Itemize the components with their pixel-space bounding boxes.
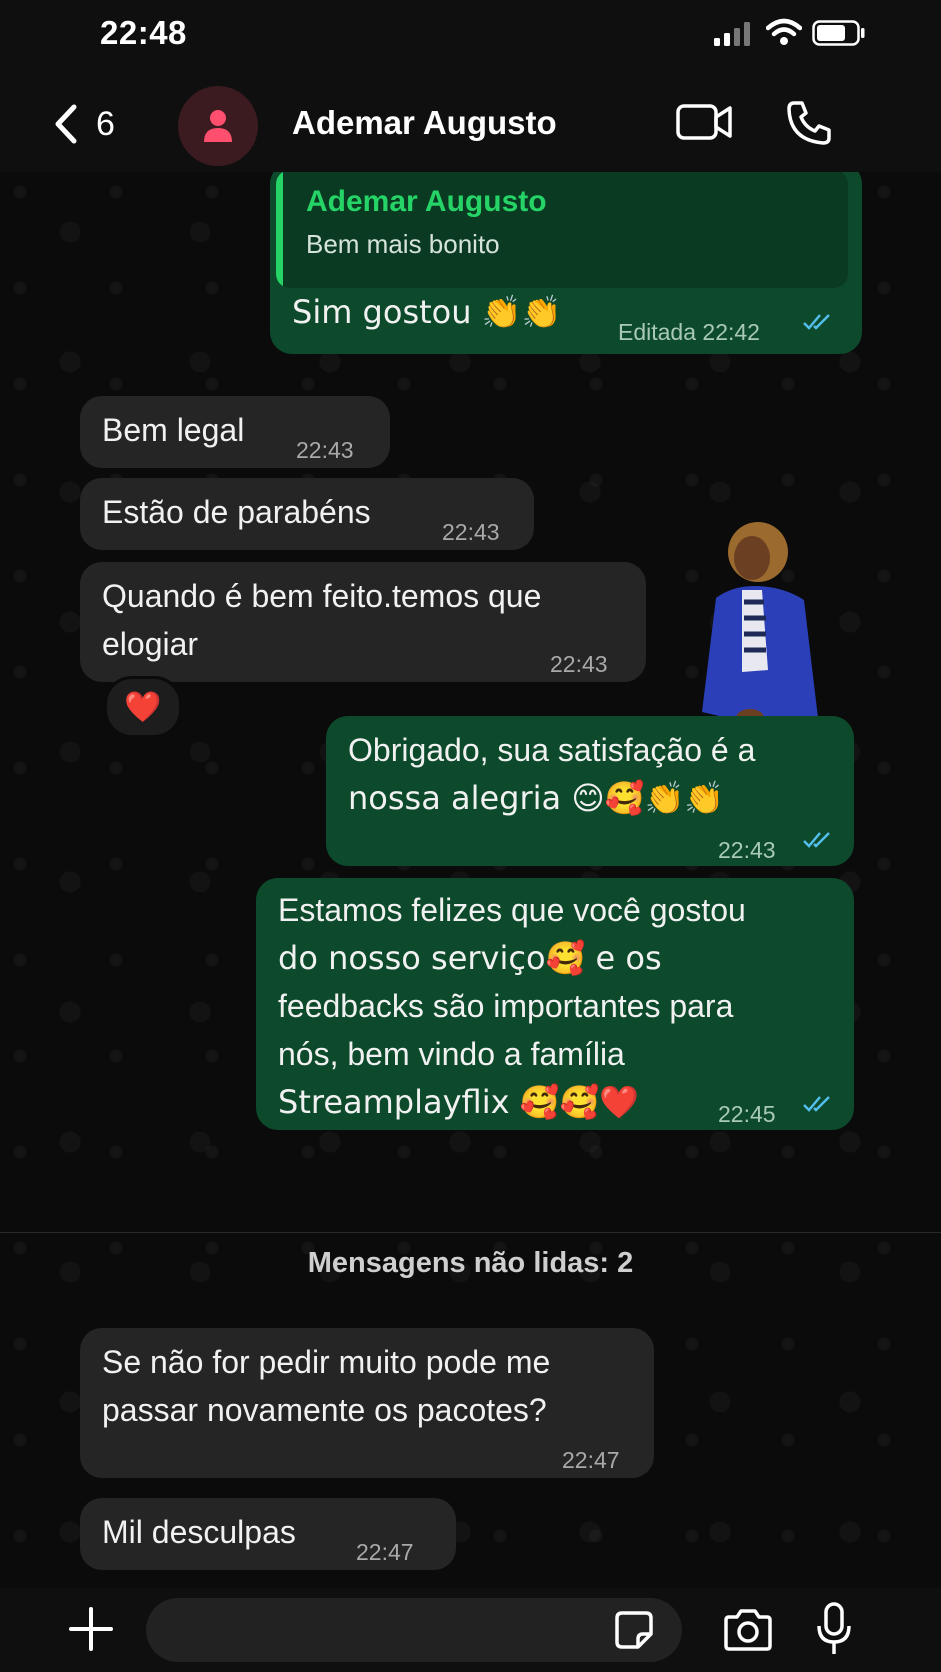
quote-author: Ademar Augusto [306,185,547,218]
message-meta: Editada 22:42 [618,319,760,345]
message-bubble-incoming[interactable]: Se não for pedir muito pode me passar no… [80,1328,654,1478]
double-check-icon [803,1096,830,1112]
battery-icon [812,20,865,46]
microphone-icon[interactable] [816,1602,852,1656]
unread-divider-label: Mensagens não lidas: 2 [307,1247,634,1279]
message-text-line: feedbacks são importantes para [278,988,734,1024]
message-text-line: Quando é bem feito.temos que [102,578,542,614]
composer-bar [0,1588,941,1672]
message-bubble-incoming[interactable]: Mil desculpas 22:47 [80,1498,456,1570]
chat-area[interactable]: Ademar Augusto Bem mais bonito Sim gosto… [0,172,941,1588]
status-time: 22:48 [100,14,187,51]
camera-icon[interactable] [722,1608,774,1652]
double-check-icon [803,832,830,848]
message-text-line: do nosso serviço🥰 e os [278,939,662,977]
message-bubble-incoming[interactable]: Bem legal 22:43 [80,396,390,468]
unread-chats-count: 6 [96,104,115,143]
message-text-line: Obrigado, sua satisfação é a [348,732,756,768]
message-text-line: passar novamente os pacotes? [102,1392,547,1428]
chat-header: 6 Ademar Augusto [0,66,941,172]
message-text-line: nós, bem vindo a família [278,1036,625,1072]
back-chevron-icon [55,104,77,144]
message-text: Estão de parabéns [102,494,371,530]
signal-icon [714,22,750,46]
reaction-badge[interactable]: ❤️ [104,676,182,738]
message-bubble-incoming[interactable]: Quando é bem feito.temos que elogiar 22:… [80,562,646,682]
quote-text: Bem mais bonito [306,229,500,259]
message-time: 22:43 [550,651,608,677]
message-text-line: Estamos felizes que você gostou [278,892,746,928]
message-input[interactable] [146,1598,682,1662]
message-text-line: nossa alegria 😊🥰👏👏 [348,779,725,817]
video-call-icon[interactable] [676,102,732,142]
message-bubble-outgoing[interactable]: Ademar Augusto Bem mais bonito Sim gosto… [270,172,862,354]
double-check-icon [803,314,830,330]
message-time: 22:47 [562,1447,620,1473]
reaction-emoji: ❤️ [124,689,162,725]
message-text: Sim gostou 👏👏 [292,293,562,331]
message-text-line: Se não for pedir muito pode me [102,1344,551,1380]
wifi-icon [766,18,802,45]
message-time: 22:43 [296,437,354,463]
message-text-line: Streamplayflix 🥰🥰❤️ [278,1083,640,1121]
phone-icon[interactable] [786,100,832,146]
message-bubble-incoming[interactable]: Estão de parabéns 22:43 [80,478,534,550]
status-bar: 22:48 [0,0,941,66]
message-bubble-outgoing[interactable]: Obrigado, sua satisfação é a nossa alegr… [326,716,854,866]
message-bubble-outgoing[interactable]: Estamos felizes que você gostou do nosso… [256,878,854,1130]
plus-icon[interactable] [68,1606,114,1652]
message-text: Mil desculpas [102,1514,296,1550]
avatar[interactable] [178,86,258,166]
message-time: 22:43 [442,519,500,545]
message-time: 22:45 [718,1101,776,1127]
message-text-line: elogiar [102,626,199,662]
sticker-icon[interactable] [614,1610,654,1650]
quote-accent-bar [276,172,283,288]
message-text: Bem legal [102,412,245,448]
message-time: 22:43 [718,837,776,863]
back-button[interactable]: 6 [54,102,150,146]
quoted-message[interactable]: Ademar Augusto Bem mais bonito [276,172,848,288]
message-time: 22:47 [356,1539,414,1565]
avatar-person-icon [204,110,232,142]
contact-name[interactable]: Ademar Augusto [292,104,557,142]
